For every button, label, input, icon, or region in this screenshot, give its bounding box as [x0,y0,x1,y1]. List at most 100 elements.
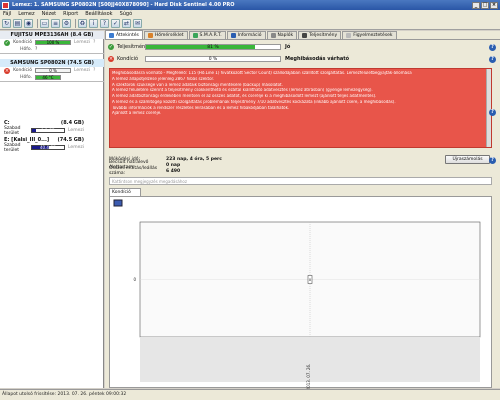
menu-help[interactable]: Súgó [120,11,133,17]
volume-item-e[interactable]: E: [Kalsi_III_0...] (74.5 GB) Szabad ter… [0,136,104,153]
recycle-icon[interactable]: ♻ [78,19,87,28]
warning-text-box: Meghibásodásra vonható - Megfelelő: 115 … [109,68,492,148]
email-icon[interactable]: ✉ [133,19,142,28]
condition-row: × Kondíció 0 % Meghibásodás várható [108,56,349,62]
warning-line: A lemez felületére szerint a teljesítmén… [112,88,373,93]
temperature-icon [147,33,153,38]
status-bar: Állapot utolsó frissítése: 2013. 07. 26.… [0,389,500,400]
tab-condition-chart[interactable]: Kondíció (%) [109,188,141,203]
condition-value: 0 % [208,57,218,62]
tab-smart[interactable]: S.M.A.R.T. [188,31,226,39]
note-input[interactable]: Kattintson megjegyzés megadásához [109,177,492,185]
minimize-button[interactable]: _ [472,1,480,9]
stat-value: 0 nap [166,162,181,168]
tab-label: Hőmérséklet [154,33,184,38]
report-icon[interactable]: ≡ [51,19,60,28]
update-button[interactable]: Újraszámolás [445,155,490,164]
stat-row: Összes indítás/leállás száma: 6 490 [109,166,222,176]
stat-key: Összes indítás/leállás száma: [109,166,158,176]
help-icon[interactable]: ? [489,44,496,51]
menu-disk[interactable]: Lemez [18,11,34,17]
measure-label: Lemezi [74,40,90,45]
disk-temp-row: Hőfo. ? [0,46,104,53]
free-space-bar: 1.2 GB [31,128,65,133]
disk-icon[interactable]: ◉ [24,19,33,28]
measure-label: Lemezi [68,145,84,150]
free-space-value: 1.2 GB [41,128,55,133]
check-icon: ✓ [108,44,114,50]
menu-report[interactable]: Riport [63,11,78,17]
smart-icon [192,33,198,38]
condition-value: 0 % [49,68,57,73]
volume-free-row: Szabad terület 1.2 GB Lemezi [0,125,104,136]
info-icon[interactable]: i [89,19,98,28]
toolbar-separator [37,19,38,28]
performance-value: 81 % [207,45,219,50]
condition-bar: 0 % [145,56,281,62]
free-space-label: Szabad terület [4,125,21,136]
overview-icon [109,32,114,38]
menu-settings[interactable]: Beállítások [85,11,112,17]
warning-scrollbar[interactable] [486,69,491,147]
test-icon[interactable]: ✓ [111,19,120,28]
tab-logs[interactable]: Naplók [266,31,298,39]
error-icon: × [108,56,114,62]
maximize-button[interactable]: □ [481,1,489,9]
x-tick-label: 2013. 07. 26. [306,364,311,389]
warning-line: A szektorok szüksége van a lemez adataik… [112,82,283,87]
app-icon [2,1,9,9]
temp-bar: 46 °C [35,75,61,80]
measure-label: Lemezi [68,128,84,133]
title-bar: Lemez: 1. SAMSUNG SP0802N [S00JJ40X87809… [0,0,500,10]
measure-value: ? [92,68,96,73]
tab-label: Teljesítmény [309,33,338,38]
tab-bar: Áttekintés Hőmérséklet S.M.A.R.T. Inform… [105,30,500,40]
free-space-value: 40.4 GB [39,145,57,150]
log-icon [270,33,276,38]
volume-free-row: Szabad terület 40.4 GB Lemezi [0,142,104,153]
menu-view[interactable]: Nézet [42,11,56,17]
disk-stats: Működési idő: 223 nap, 4 óra, 5 perc Becs… [109,156,222,177]
link-icon[interactable]: ⇄ [122,19,131,28]
disk-temp-row: Hőfo. 46 °C [0,74,104,81]
temp-label: Hőfo. [20,75,32,80]
help-icon[interactable]: ? [489,109,496,116]
condition-status: Meghibásodás várható [285,56,350,62]
free-space-label: Szabad terület [4,142,21,153]
refresh-icon[interactable]: ↻ [2,19,11,28]
warning-line: További információk a rendszer részletes… [112,105,290,110]
help-icon[interactable]: ? [100,19,109,28]
disk-header: SAMSUNG SP0802N (74.5 GB) [0,59,104,67]
temp-value: 46 °C [42,75,54,80]
tab-information[interactable]: Információ [226,31,266,39]
disk-size: (8.4 GB) [70,32,94,38]
save-icon[interactable]: ▤ [13,19,22,28]
performance-bar: 81 % [145,44,281,50]
close-button[interactable]: × [490,1,498,9]
stat-value: 223 nap, 4 óra, 5 perc [166,156,222,162]
measure-value: ? [92,40,96,45]
window-title: Lemez: 1. SAMSUNG SP0802N [S00JJ40X87809… [12,2,235,8]
help-icon[interactable]: ? [489,56,496,63]
options-icon[interactable]: ⚙ [62,19,71,28]
data-label: 0 [309,278,311,282]
volume-item-c[interactable]: C: (8.4 GB) Szabad terület 1.2 GB Lemezi [0,119,104,136]
tab-overview[interactable]: Áttekintés [105,30,143,39]
tab-performance[interactable]: Teljesítmény [298,31,342,39]
disk-size: (74.5 GB) [67,60,94,66]
tab-temperature[interactable]: Hőmérséklet [143,31,188,39]
condition-label: Kondíció [13,40,32,45]
performance-row: ✓ Teljesítmény 81 % Jó [108,44,290,50]
disk-item-fujitsu[interactable]: FUJITSU MPE3136AH (8.4 GB) ✓ Kondíció 10… [0,31,104,54]
help-icon[interactable]: ? [489,157,496,164]
tab-alerts[interactable]: Figyelmeztetések [342,31,397,39]
disk-condition-row: ✓ Kondíció 100 % Lemezi ? [0,39,104,46]
menu-file[interactable]: Fájl [3,11,11,17]
measure-label: Lemezi [74,68,90,73]
condition-value: 100 % [46,40,60,45]
tab-label: Információ [237,33,262,38]
tab-label: Naplók [277,33,294,38]
condition-label: Kondíció [13,68,32,73]
drive-icon[interactable]: ▭ [40,19,49,28]
disk-item-samsung[interactable]: SAMSUNG SP0802N (74.5 GB) × Kondíció 0 %… [0,59,104,82]
